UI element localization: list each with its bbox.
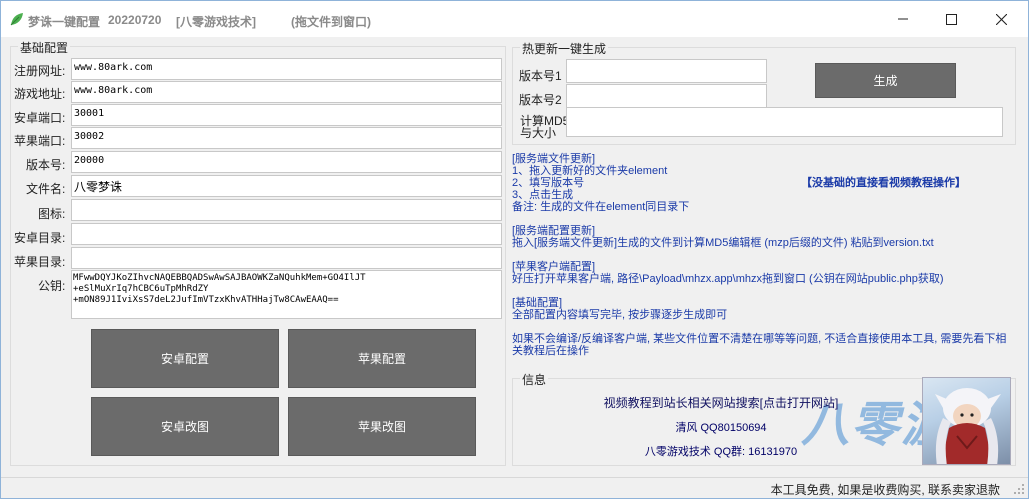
version2-input[interactable] — [566, 84, 767, 108]
icon-label: 图标: — [38, 207, 66, 221]
server-update-note: 备注: 生成的文件在element同目录下 — [512, 201, 690, 213]
minimize-icon — [898, 18, 908, 20]
server-update-step2: 2、填写版本号 — [512, 177, 585, 189]
apple-port-input[interactable]: 30002 — [71, 127, 502, 149]
android-image-button[interactable]: 安卓改图 — [91, 397, 279, 456]
pubkey-label: 公钥: — [38, 279, 66, 293]
apple-config-button[interactable]: 苹果配置 — [288, 329, 476, 388]
group-qq: 八零游戏技术 QQ群: 16131970 — [644, 446, 798, 458]
drag-hint: (拖文件到窗口) — [291, 15, 371, 29]
version-input[interactable]: 20000 — [71, 151, 502, 173]
close-button[interactable] — [976, 1, 1026, 37]
version1-label: 版本号1 — [519, 69, 562, 83]
android-dir-label: 安卓目录: — [14, 231, 66, 245]
app-version: 20220720 — [108, 13, 162, 27]
apple-image-button[interactable]: 苹果改图 — [288, 397, 476, 456]
android-port-label: 安卓端口: — [14, 111, 66, 125]
close-icon — [995, 13, 1007, 25]
hotupdate-title: 热更新一键生成 — [520, 40, 609, 57]
apple-dir-input[interactable] — [71, 247, 502, 269]
version1-input[interactable] — [566, 59, 767, 83]
warning-text: 如果不会编译/反编译客户端, 某些文件位置不清楚在哪等等问题, 不适合直接使用本… — [512, 333, 1007, 357]
maximize-button[interactable] — [926, 1, 976, 37]
server-config-text: 拖入[服务端文件更新]生成的文件到计算MD5编辑框 (mzp后缀的文件) 粘贴到… — [512, 237, 934, 249]
server-update-step3: 3、点击生成 — [512, 189, 574, 201]
icon-input[interactable] — [71, 199, 502, 221]
version2-label: 版本号2 — [519, 93, 562, 107]
apple-client-title: [苹果客户端配置] — [512, 261, 596, 273]
website-link[interactable]: 视频教程到站长相关网站搜索[点击打开网站] — [591, 394, 851, 411]
minimize-button[interactable] — [878, 1, 928, 37]
md5-label: 计算MD5 与大小 — [520, 115, 569, 139]
basic-config-title: 基础配置 — [18, 39, 71, 56]
tutorial-link[interactable]: 【没基础的直接看视频教程操作】 — [801, 177, 966, 189]
android-dir-input[interactable] — [71, 223, 502, 245]
basic-config-text-info: 全部配置内容填写完毕, 按步骤逐步生成即可 — [512, 309, 728, 321]
android-port-input[interactable]: 30001 — [71, 104, 502, 126]
register-url-label: 注册网址: — [14, 64, 66, 78]
status-bar: 本工具免费, 如果是收费购买, 联系卖家退款 — [1, 477, 1028, 498]
server-config-title: [服务端配置更新] — [512, 225, 596, 237]
app-studio: [八零游戏技术] — [176, 15, 256, 29]
filename-input[interactable]: 八零梦诛 — [71, 175, 502, 197]
game-url-label: 游戏地址: — [14, 87, 66, 101]
main-window: 梦诛一键配置 20220720 [八零游戏技术] (拖文件到窗口) 基础配置 注… — [0, 0, 1029, 499]
server-update-title: [服务端文件更新] — [512, 153, 596, 165]
md5-label-line2: 与大小 — [520, 126, 557, 140]
basic-config-title-info: [基础配置] — [512, 297, 563, 309]
filename-label: 文件名: — [26, 182, 66, 196]
md5-input[interactable] — [566, 107, 1003, 137]
register-url-input[interactable]: www.80ark.com — [71, 58, 502, 80]
leaf-icon — [10, 13, 23, 26]
info-group-title: 信息 — [520, 371, 549, 388]
apple-dir-label: 苹果目录: — [14, 255, 66, 269]
maximize-icon — [945, 13, 957, 25]
apple-client-text: 好压打开苹果客户端, 路径\Payload\mhzx.app\mhzx拖到窗口 … — [512, 273, 944, 285]
resize-grip-icon[interactable] — [1013, 483, 1025, 495]
contact-qq: 清风 QQ80150694 — [675, 422, 767, 434]
status-text: 本工具免费, 如果是收费购买, 联系卖家退款 — [770, 483, 1000, 497]
avatar-image — [922, 377, 1011, 465]
version-label: 版本号: — [26, 158, 66, 172]
title-bar[interactable]: 梦诛一键配置 20220720 [八零游戏技术] (拖文件到窗口) — [1, 1, 1028, 37]
apple-port-label: 苹果端口: — [14, 134, 66, 148]
app-name: 梦诛一键配置 — [28, 15, 101, 29]
character-portrait-icon — [935, 388, 1001, 464]
game-url-input[interactable]: www.80ark.com — [71, 81, 502, 103]
pubkey-textarea[interactable]: MFwwDQYJKoZIhvcNAQEBBQADSwAwSAJBAOWKZaNQ… — [71, 270, 502, 319]
server-update-step1: 1、拖入更新好的文件夹element — [512, 165, 668, 177]
android-config-button[interactable]: 安卓配置 — [91, 329, 279, 388]
generate-button[interactable]: 生成 — [815, 63, 956, 98]
